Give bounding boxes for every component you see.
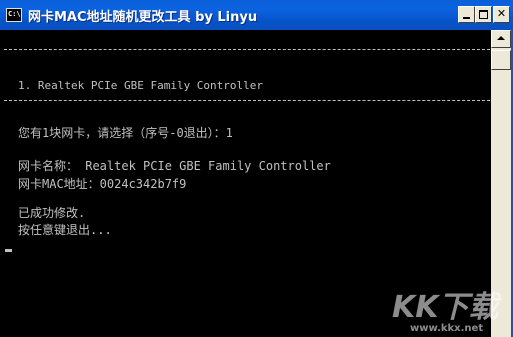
adapter-list-line: 1. Realtek PCIe GBE Family Controller [18, 79, 264, 92]
success-line: 已成功修改. [18, 206, 86, 220]
title-bar[interactable]: C:\ 网卡MAC地址随机更改工具 by Linyu ✕ [0, 0, 513, 30]
nic-name-line: 网卡名称： Realtek PCIe GBE Family Controller [18, 159, 331, 173]
up-arrow-icon [497, 36, 505, 40]
divider-top [4, 49, 490, 50]
window-title: 网卡MAC地址随机更改工具 by Linyu [28, 10, 258, 25]
minimize-button[interactable] [458, 6, 475, 23]
scroll-thumb[interactable] [491, 50, 511, 70]
cursor-caret [5, 249, 12, 252]
exit-hint-line: 按任意键退出... [18, 223, 112, 237]
maximize-button[interactable] [475, 6, 492, 23]
divider-bottom [4, 100, 490, 101]
close-button[interactable]: ✕ [493, 6, 510, 23]
prompt-line: 您有1块网卡，请选择（序号-0退出）：1 [18, 126, 233, 140]
console-app-icon[interactable]: C:\ [6, 8, 22, 22]
watermark-url: www.kkx.net [410, 323, 484, 334]
scroll-up-button[interactable] [491, 30, 511, 48]
nic-mac-line: 网卡MAC地址：0024c342b7f9 [18, 177, 187, 191]
watermark-logo: KK下载 [392, 290, 499, 325]
console-window: C:\ 网卡MAC地址随机更改工具 by Linyu ✕ 1. Realtek … [0, 0, 513, 337]
